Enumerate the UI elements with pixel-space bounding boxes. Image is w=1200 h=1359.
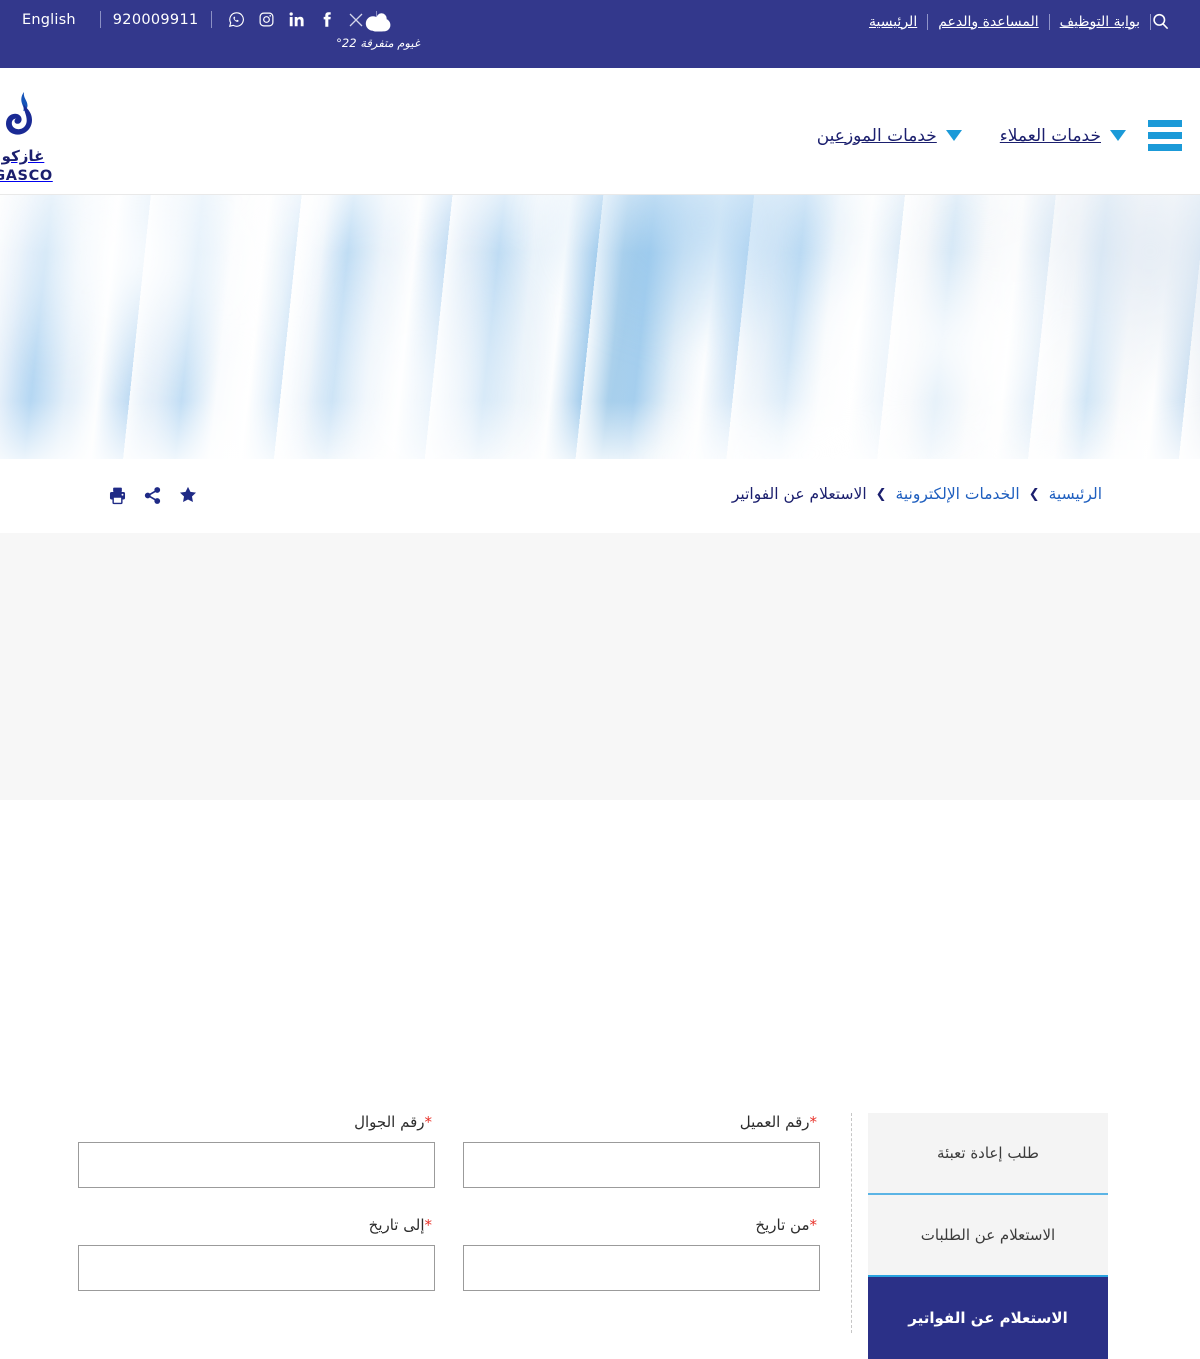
search-icon[interactable] — [1151, 12, 1170, 31]
required-asterisk: * — [809, 1113, 818, 1131]
logo-text-arabic: غازكو — [1, 147, 45, 165]
form-row: *رقم العميل *رقم الجوال — [78, 1113, 820, 1188]
divider — [1048, 13, 1050, 30]
tab-label: طلب إعادة تعبئة — [937, 1144, 1039, 1162]
breadcrumb-band: الرئيسية ❯ الخدمات الإلكترونية ❯ الاستعل… — [0, 459, 1200, 533]
label-text: من تاريخ — [755, 1216, 810, 1234]
topbar-right-links: بوابة التوظيف المساعدة والدعم الرئيسية — [859, 12, 1182, 31]
field-label: *إلى تاريخ — [78, 1216, 435, 1234]
field-label: *رقم الجوال — [78, 1113, 435, 1131]
site-header: غازكو GASCO خدمات العملاء خدمات الموزعين — [0, 68, 1200, 195]
required-asterisk: * — [424, 1216, 433, 1234]
hero-clouds — [0, 195, 1200, 459]
breadcrumb-item-home[interactable]: الرئيسية — [1049, 485, 1102, 503]
breadcrumb-item-eservices[interactable]: الخدمات الإلكترونية — [896, 485, 1020, 503]
page-tools — [108, 485, 198, 505]
weather-condition: غيوم متفرقة — [360, 36, 420, 50]
field-date-from: *من تاريخ — [463, 1216, 820, 1291]
form-row: *من تاريخ *إلى تاريخ — [78, 1216, 820, 1291]
phone-number-link[interactable]: 920009911 — [113, 12, 199, 28]
divider — [99, 11, 101, 28]
language-switch-link[interactable]: English — [22, 12, 88, 28]
field-mobile-number: *رقم الجوال — [78, 1113, 435, 1188]
weather-temperature: 22° — [336, 36, 357, 50]
sidebar-item-refill-request[interactable]: طلب إعادة تعبئة — [868, 1113, 1108, 1195]
field-label: *من تاريخ — [463, 1216, 820, 1234]
topbar-link-help-support[interactable]: المساعدة والدعم — [928, 14, 1048, 30]
weather-text: غيوم متفرقة 22° — [318, 36, 438, 50]
field-date-to: *إلى تاريخ — [78, 1216, 435, 1291]
hamburger-menu-icon[interactable] — [1148, 120, 1182, 151]
topbar-link-careers[interactable]: بوابة التوظيف — [1050, 14, 1150, 30]
hero-banner-image — [0, 195, 1200, 459]
date-from-input[interactable] — [463, 1245, 820, 1291]
breadcrumb-separator: ❯ — [875, 486, 887, 502]
print-icon[interactable] — [108, 486, 127, 505]
field-label: *رقم العميل — [463, 1113, 820, 1131]
nav-item-distributor-services[interactable]: خدمات الموزعين — [817, 126, 962, 146]
service-tabs: طلب إعادة تعبئة الاستعلام عن الطلبات الا… — [868, 1113, 1108, 1359]
sidebar-item-order-inquiry[interactable]: الاستعلام عن الطلبات — [868, 1195, 1108, 1277]
breadcrumb-separator: ❯ — [1028, 486, 1040, 502]
invoice-inquiry-form: *رقم العميل *رقم الجوال *من تاريخ *إلى ت… — [78, 1113, 820, 1319]
vertical-divider — [851, 1113, 852, 1333]
main-navigation: خدمات العملاء خدمات الموزعين — [779, 120, 1182, 151]
tab-label: الاستعلام عن الطلبات — [920, 1226, 1056, 1244]
linkedin-icon[interactable] — [288, 11, 305, 28]
gasco-logo[interactable]: غازكو GASCO — [0, 88, 62, 185]
field-customer-number: *رقم العميل — [463, 1113, 820, 1188]
topbar-link-home[interactable]: الرئيسية — [859, 14, 927, 30]
label-text: رقم العميل — [739, 1113, 810, 1131]
required-asterisk: * — [424, 1113, 433, 1131]
nav-item-label: خدمات العملاء — [999, 125, 1101, 146]
divider — [210, 11, 212, 28]
cloud-icon — [318, 8, 438, 34]
breadcrumb-item-current: الاستعلام عن الفواتير — [731, 485, 867, 503]
chevron-down-icon — [1110, 130, 1126, 141]
nav-item-label: خدمات الموزعين — [816, 125, 937, 146]
whatsapp-icon[interactable] — [228, 11, 245, 28]
favorite-star-icon[interactable] — [178, 485, 198, 505]
required-asterisk: * — [809, 1216, 818, 1234]
breadcrumb: الرئيسية ❯ الخدمات الإلكترونية ❯ الاستعل… — [732, 485, 1102, 503]
label-text: رقم الجوال — [354, 1113, 425, 1131]
customer-number-input[interactable] — [463, 1142, 820, 1188]
date-to-input[interactable] — [78, 1245, 435, 1291]
share-icon[interactable] — [143, 486, 162, 505]
tab-label: الاستعلام عن الفواتير — [908, 1309, 1068, 1327]
weather-widget: غيوم متفرقة 22° — [318, 8, 438, 50]
top-utility-bar: English 920009911 غيوم متفرقة 22° بوابة … — [0, 0, 1200, 68]
service-form-section: طلب إعادة تعبئة الاستعلام عن الطلبات الا… — [0, 533, 1200, 1359]
nav-item-customer-services[interactable]: خدمات العملاء — [1000, 126, 1126, 146]
logo-text-english: GASCO — [0, 168, 53, 184]
instagram-icon[interactable] — [258, 11, 275, 28]
mobile-number-input[interactable] — [78, 1142, 435, 1188]
chevron-down-icon — [945, 130, 962, 141]
label-text: إلى تاريخ — [368, 1216, 425, 1234]
sidebar-item-invoice-inquiry[interactable]: الاستعلام عن الفواتير — [868, 1277, 1108, 1359]
gasco-flame-logo — [0, 88, 62, 146]
divider — [927, 13, 929, 30]
divider — [1150, 13, 1151, 30]
